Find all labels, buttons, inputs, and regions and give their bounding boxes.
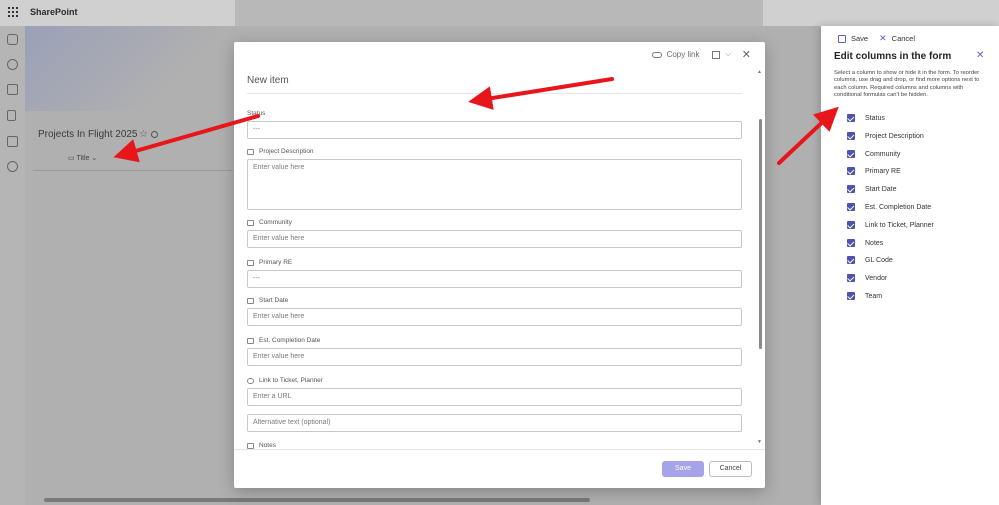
- edit-columns-panel: Save ✕ Cancel Edit columns in the form ✕…: [821, 26, 999, 505]
- choice-icon: [247, 259, 254, 266]
- column-header-divider: [33, 170, 233, 171]
- vertical-scrollbar-thumb[interactable]: [759, 119, 762, 349]
- checkbox[interactable]: [847, 274, 855, 282]
- column-item-vendor[interactable]: Vendor: [847, 274, 887, 282]
- chevron-down-icon: ⌄: [91, 155, 98, 162]
- column-item-notes[interactable]: Notes: [847, 239, 883, 247]
- add-icon[interactable]: [7, 161, 18, 172]
- panel-title: Edit columns in the form: [834, 51, 952, 62]
- chevron-down-icon[interactable]: ⌵: [725, 51, 730, 59]
- calendar-icon: [247, 337, 254, 344]
- panel-cancel-button[interactable]: Cancel: [892, 34, 915, 43]
- checkbox[interactable]: [847, 150, 855, 158]
- alt-text-field[interactable]: Alternative text (optional): [247, 414, 742, 432]
- field-label-link-to-ticket: Link to Ticket, Planner: [247, 377, 323, 384]
- cancel-icon[interactable]: ✕: [879, 33, 887, 44]
- column-item-community[interactable]: Community: [847, 150, 900, 158]
- field-label-start-date: Start Date: [247, 297, 288, 304]
- checkbox[interactable]: [847, 167, 855, 175]
- link-icon: [247, 377, 254, 384]
- column-item-gl-code[interactable]: GL Code: [847, 256, 893, 264]
- column-item-project-description[interactable]: Project Description: [847, 132, 924, 140]
- home-icon[interactable]: [7, 34, 18, 45]
- field-label-status: Status: [247, 110, 266, 117]
- link-icon[interactable]: [651, 51, 662, 58]
- checkbox[interactable]: [847, 239, 855, 247]
- globe-icon[interactable]: [7, 59, 18, 70]
- multiline-text-icon: [247, 148, 254, 155]
- site-banner: [25, 26, 235, 111]
- app-launcher-icon[interactable]: [8, 7, 18, 17]
- footer-divider: [234, 449, 765, 450]
- close-icon[interactable]: ✕: [976, 50, 984, 61]
- checkbox[interactable]: [847, 185, 855, 193]
- checkbox[interactable]: [847, 114, 855, 122]
- status-field[interactable]: ---: [247, 121, 742, 139]
- field-label-community: Community: [247, 219, 292, 226]
- column-item-primary-re[interactable]: Primary RE: [847, 167, 901, 175]
- project-description-field[interactable]: Enter value here: [247, 159, 742, 210]
- checkbox[interactable]: [847, 292, 855, 300]
- primary-re-field[interactable]: ---: [247, 270, 742, 288]
- column-item-status[interactable]: Status: [847, 114, 885, 122]
- panel-description: Select a column to show or hide it in th…: [834, 70, 980, 98]
- app-name[interactable]: SharePoint: [30, 7, 78, 17]
- checkbox[interactable]: [847, 256, 855, 264]
- community-field[interactable]: Enter value here: [247, 230, 742, 248]
- start-date-field[interactable]: Enter value here: [247, 308, 742, 326]
- copy-link-button[interactable]: Copy link: [667, 50, 700, 59]
- scroll-down-icon[interactable]: ▼: [757, 439, 762, 445]
- column-item-start-date[interactable]: Start Date: [847, 185, 897, 193]
- field-label-project-description: Project Description: [247, 148, 314, 155]
- close-icon[interactable]: ✕: [742, 48, 751, 61]
- news-icon[interactable]: [7, 84, 18, 95]
- calendar-icon: [247, 297, 254, 304]
- field-label-notes: Notes: [247, 442, 276, 449]
- column-item-est-completion-date[interactable]: Est. Completion Date: [847, 203, 931, 211]
- favorite-star-icon[interactable]: ☆: [139, 129, 148, 140]
- url-field[interactable]: Enter a URL: [247, 388, 742, 406]
- checkbox[interactable]: [847, 203, 855, 211]
- list-options-icon[interactable]: [151, 131, 158, 138]
- text-icon: [247, 219, 254, 226]
- horizontal-scrollbar[interactable]: [44, 498, 590, 502]
- column-item-team[interactable]: Team: [847, 292, 882, 300]
- list-title: Projects In Flight 2025: [38, 129, 138, 140]
- multiline-text-icon: [247, 442, 254, 449]
- dialog-toolbar: Copy link ⌵ ✕: [651, 48, 751, 61]
- title-divider: [247, 93, 742, 94]
- dialog-title: New item: [247, 75, 289, 86]
- left-rail: [0, 26, 25, 505]
- checkbox[interactable]: [847, 221, 855, 229]
- list-icon[interactable]: [7, 136, 18, 147]
- document-icon[interactable]: [7, 110, 16, 121]
- new-item-dialog: Copy link ⌵ ✕ New item Status --- Projec…: [234, 42, 765, 488]
- panel-command-bar: Save ✕ Cancel: [838, 33, 915, 44]
- panel-save-button[interactable]: Save: [851, 34, 868, 43]
- form-customize-icon[interactable]: [712, 50, 721, 59]
- field-label-primary-re: Primary RE: [247, 259, 292, 266]
- save-icon[interactable]: [838, 34, 846, 43]
- field-label-est-completion-date: Est. Completion Date: [247, 337, 320, 344]
- cancel-button[interactable]: Cancel: [709, 461, 752, 477]
- est-completion-date-field[interactable]: Enter value here: [247, 348, 742, 366]
- column-header-title[interactable]: ▭ Title ⌄: [68, 154, 97, 162]
- column-item-link-to-ticket[interactable]: Link to Ticket, Planner: [847, 221, 934, 229]
- save-button[interactable]: Save: [662, 461, 704, 477]
- scroll-up-icon[interactable]: ▲: [757, 69, 762, 75]
- form-fields: Status --- Project Description Enter val…: [247, 100, 744, 450]
- checkbox[interactable]: [847, 132, 855, 140]
